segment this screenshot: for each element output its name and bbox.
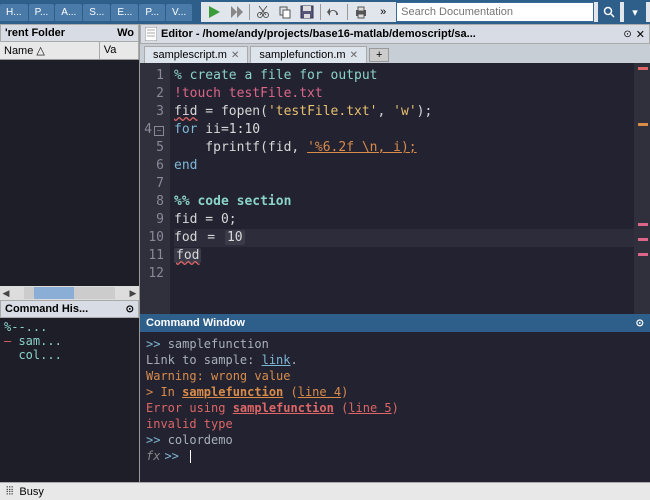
cut-icon[interactable] [254,3,272,21]
right-pane: Editor - /home/andy/projects/base16-matl… [140,24,650,482]
command-history-panel: Command His... ⊙ %--... — sam... col... [0,300,139,482]
close-icon[interactable]: ✕ [636,28,645,41]
menu-apps[interactable]: A... [55,4,82,21]
code-area[interactable]: % create a file for output !touch testFi… [170,63,634,314]
panel-menu-icon[interactable]: ⊙ [126,304,134,315]
function-link[interactable]: samplefunction [182,385,283,399]
cursor [190,450,191,463]
file-tab[interactable]: samplefunction.m ✕ [250,46,367,63]
editor-body[interactable]: 123 4− 567 8910 1112 % create a file for… [140,63,650,314]
h-scrollbar[interactable]: ◀ ▶ [0,286,139,300]
line-link[interactable]: line 4 [298,385,341,399]
command-window-body[interactable]: >> samplefunction Link to sample: link. … [140,332,650,482]
run-button[interactable] [205,3,223,21]
left-pane: 'rent Folder Wo Name △ Va ◀ ▶ Command Hi… [0,24,140,482]
print-icon[interactable] [352,3,370,21]
command-window-title: Command Window [146,317,245,329]
history-title: Command His... [5,303,88,315]
minimap-mark[interactable] [638,238,648,241]
minimap[interactable] [634,63,650,314]
menu-view[interactable]: V... [166,4,192,21]
separator [249,4,250,20]
save-icon[interactable] [298,3,316,21]
line-link[interactable]: line 5 [348,401,391,415]
minimap-mark[interactable] [638,253,648,256]
function-link[interactable]: samplefunction [233,401,334,415]
menu-publish[interactable]: P... [139,4,165,21]
folder-right: Wo [117,27,134,39]
status-grip-icon: ⦙⦙⦙ [6,485,13,498]
folder-header: 'rent Folder Wo [0,24,139,42]
undo-icon[interactable] [325,3,343,21]
link[interactable]: link [262,353,291,367]
tab-label: samplescript.m [153,49,227,61]
editor-icon [145,27,157,41]
history-header: Command His... ⊙ [0,300,139,318]
col-name[interactable]: Name △ [0,42,100,59]
tab-label: samplefunction.m [259,49,345,61]
fx-icon[interactable]: fx [146,448,160,464]
file-tab[interactable]: samplescript.m ✕ [144,46,248,63]
menu-editor[interactable]: E... [111,4,138,21]
panel-menu-icon[interactable]: ⊙ [636,318,644,329]
search-input[interactable] [396,2,594,22]
scroll-track[interactable] [24,287,115,299]
menu-home[interactable]: H... [0,4,28,21]
separator [347,4,348,20]
tab-close-icon[interactable]: ✕ [231,50,239,61]
separator [320,4,321,20]
minimap-error[interactable] [638,67,648,70]
folder-columns: Name △ Va [0,42,139,60]
dropdown-button[interactable]: ▾ [624,2,646,22]
search-button[interactable] [598,2,620,22]
copy-icon[interactable] [276,3,294,21]
status-text: Busy [19,486,43,498]
toolbar: » ▾ [201,2,650,22]
add-tab-button[interactable]: + [369,48,389,62]
status-bar: ⦙⦙⦙ Busy [0,482,650,500]
main-area: 'rent Folder Wo Name △ Va ◀ ▶ Command Hi… [0,24,650,482]
scroll-left-icon[interactable]: ◀ [0,288,12,299]
history-body: %--... — sam... col... [0,318,139,482]
col-value[interactable]: Va [100,42,139,59]
history-line[interactable]: %--... [4,320,135,334]
tab-close-icon[interactable]: ✕ [350,50,358,61]
command-window-header: Command Window ⊙ [140,314,650,332]
scroll-right-icon[interactable]: ▶ [127,288,139,299]
line-gutter: 123 4− 567 8910 1112 [140,63,170,314]
step-button[interactable] [227,3,245,21]
tab-bar: samplescript.m ✕ samplefunction.m ✕ + [140,44,650,63]
menu-shortcuts[interactable]: S... [83,4,110,21]
editor-menu-icon[interactable]: ⊙ [623,29,631,40]
menu-plots[interactable]: P... [29,4,55,21]
more-icon[interactable]: » [374,3,392,21]
scroll-thumb[interactable] [34,287,74,299]
folder-body: ◀ ▶ [0,60,139,300]
editor-header: Editor - /home/andy/projects/base16-matl… [140,24,650,44]
menubar: H... P... A... S... E... P... V... » ▾ [0,0,650,24]
fold-icon[interactable]: − [154,126,164,136]
history-line[interactable]: — sam... [4,334,135,348]
minimap-warn[interactable] [638,123,648,126]
minimap-mark[interactable] [638,223,648,226]
editor-title: Editor - /home/andy/projects/base16-matl… [161,28,619,40]
folder-title: 'rent Folder [5,27,65,39]
history-line[interactable]: col... [4,348,135,362]
